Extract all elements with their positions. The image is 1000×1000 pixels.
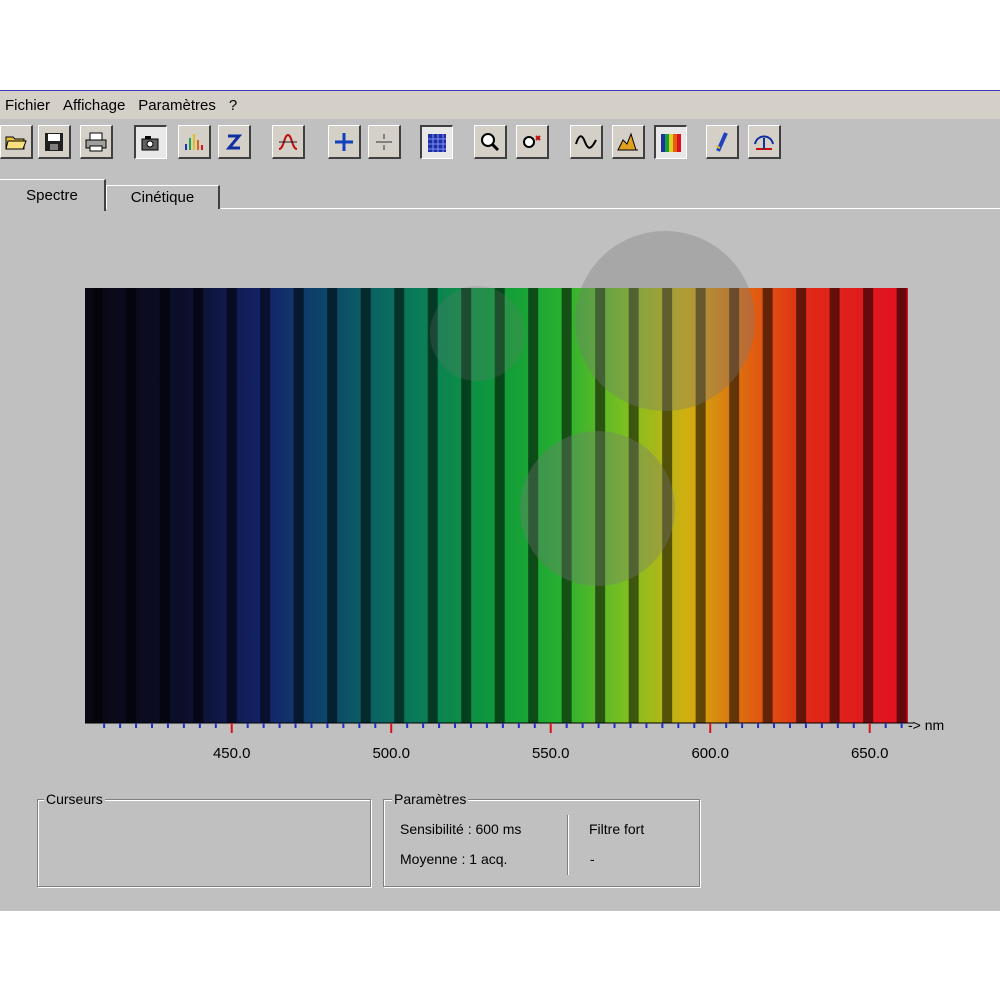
z-button[interactable]: [218, 125, 251, 159]
cursor-button[interactable]: [328, 125, 361, 159]
menu-parametres[interactable]: Paramètres: [133, 97, 224, 114]
print-button[interactable]: [80, 125, 113, 159]
camera-icon: [141, 135, 159, 150]
fringe-line: [92, 288, 103, 723]
divide-icon: [376, 133, 392, 150]
fringe-line: [561, 288, 572, 723]
save-button[interactable]: [38, 125, 71, 159]
balance-icon: [754, 135, 774, 150]
axis-ticks: [85, 722, 914, 733]
calibrate-icon: [715, 131, 728, 152]
filtre-value: -: [590, 851, 595, 867]
fringe-line: [796, 288, 807, 723]
rainbow-icon: [661, 133, 681, 152]
zoom-reset-icon: [523, 134, 541, 148]
fringe-line: [863, 288, 874, 723]
tab-cinetique[interactable]: Cinétique: [106, 185, 220, 209]
tick-label: 600.0: [691, 745, 729, 762]
wave-button[interactable]: [570, 125, 603, 159]
zoom-icon: [481, 132, 500, 151]
print-icon: [85, 132, 107, 151]
spectrum-chart-button[interactable]: [612, 125, 645, 159]
z-icon: [225, 134, 243, 149]
fringe-line: [159, 288, 170, 723]
parametres-title: Paramètres: [392, 791, 469, 807]
fringe-line: [461, 288, 472, 723]
fringe-line: [494, 288, 505, 723]
fringe-line: [427, 288, 438, 723]
parametres-panel: Paramètres: [383, 791, 700, 887]
menu-affichage[interactable]: Affichage: [58, 97, 133, 114]
fringe-line: [327, 288, 338, 723]
axis-unit-label: -> nm: [908, 717, 945, 733]
spectrum-button[interactable]: [178, 125, 211, 159]
open-folder-icon: [5, 136, 27, 149]
fringe-line: [896, 288, 907, 723]
spectrum-bars-icon: [185, 133, 203, 150]
fringe-line: [260, 288, 271, 723]
save-icon: [45, 132, 63, 151]
tick-label: 500.0: [372, 745, 410, 762]
curve-button[interactable]: [272, 125, 305, 159]
zoom-button[interactable]: [474, 125, 507, 159]
parametres-separator: [567, 815, 569, 875]
fringe-line: [662, 288, 673, 723]
fringe-line: [360, 288, 371, 723]
curseurs-title: Curseurs: [44, 791, 105, 807]
tick-label: 450.0: [212, 745, 251, 762]
fringe-line: [695, 288, 706, 723]
fringe-line: [595, 288, 606, 723]
open-button[interactable]: [0, 125, 33, 159]
acquire-button[interactable]: [134, 125, 167, 159]
tick-label: 650.0: [850, 745, 889, 762]
spectrum-display: [85, 288, 908, 723]
zoom-reset-button[interactable]: [516, 125, 549, 159]
menu-help[interactable]: ?: [224, 97, 245, 114]
filtre-text: Filtre fort: [589, 821, 645, 837]
curve-fit-icon: [278, 133, 298, 150]
fringe-line: [762, 288, 773, 723]
tab-spectre[interactable]: Spectre: [0, 179, 106, 211]
moyenne-text: Moyenne : 1 acq.: [400, 851, 508, 867]
sensibilite-text: Sensibilité : 600 ms: [400, 821, 522, 837]
fringe-line: [193, 288, 204, 723]
grid-icon: [428, 133, 446, 152]
tick-label: 550.0: [531, 745, 570, 762]
fringe-line: [293, 288, 304, 723]
grid-button[interactable]: [420, 125, 453, 159]
wave-icon: [575, 134, 597, 149]
fringe-line: [829, 288, 840, 723]
cursor-cross-icon: [335, 132, 353, 151]
menu-bar: Fichier Affichage Paramètres ?: [0, 91, 1000, 119]
fringe-line: [126, 288, 137, 723]
menu-fichier[interactable]: Fichier: [0, 97, 58, 114]
spectrometer-window: Fichier Affichage Paramètres ? Spectre C…: [0, 90, 1000, 911]
curseurs-panel: Curseurs: [37, 791, 371, 887]
fringe-line: [394, 288, 405, 723]
divide-button[interactable]: [368, 125, 401, 159]
fringe-line: [628, 288, 639, 723]
toolbar: [0, 123, 1000, 165]
balance-button[interactable]: [748, 125, 781, 159]
fringe-line: [226, 288, 237, 723]
fringe-line: [528, 288, 539, 723]
fringe-line: [729, 288, 740, 723]
color-view-button[interactable]: [654, 125, 687, 159]
spectrum-chart-icon: [617, 132, 638, 150]
calibrate-button[interactable]: [706, 125, 739, 159]
